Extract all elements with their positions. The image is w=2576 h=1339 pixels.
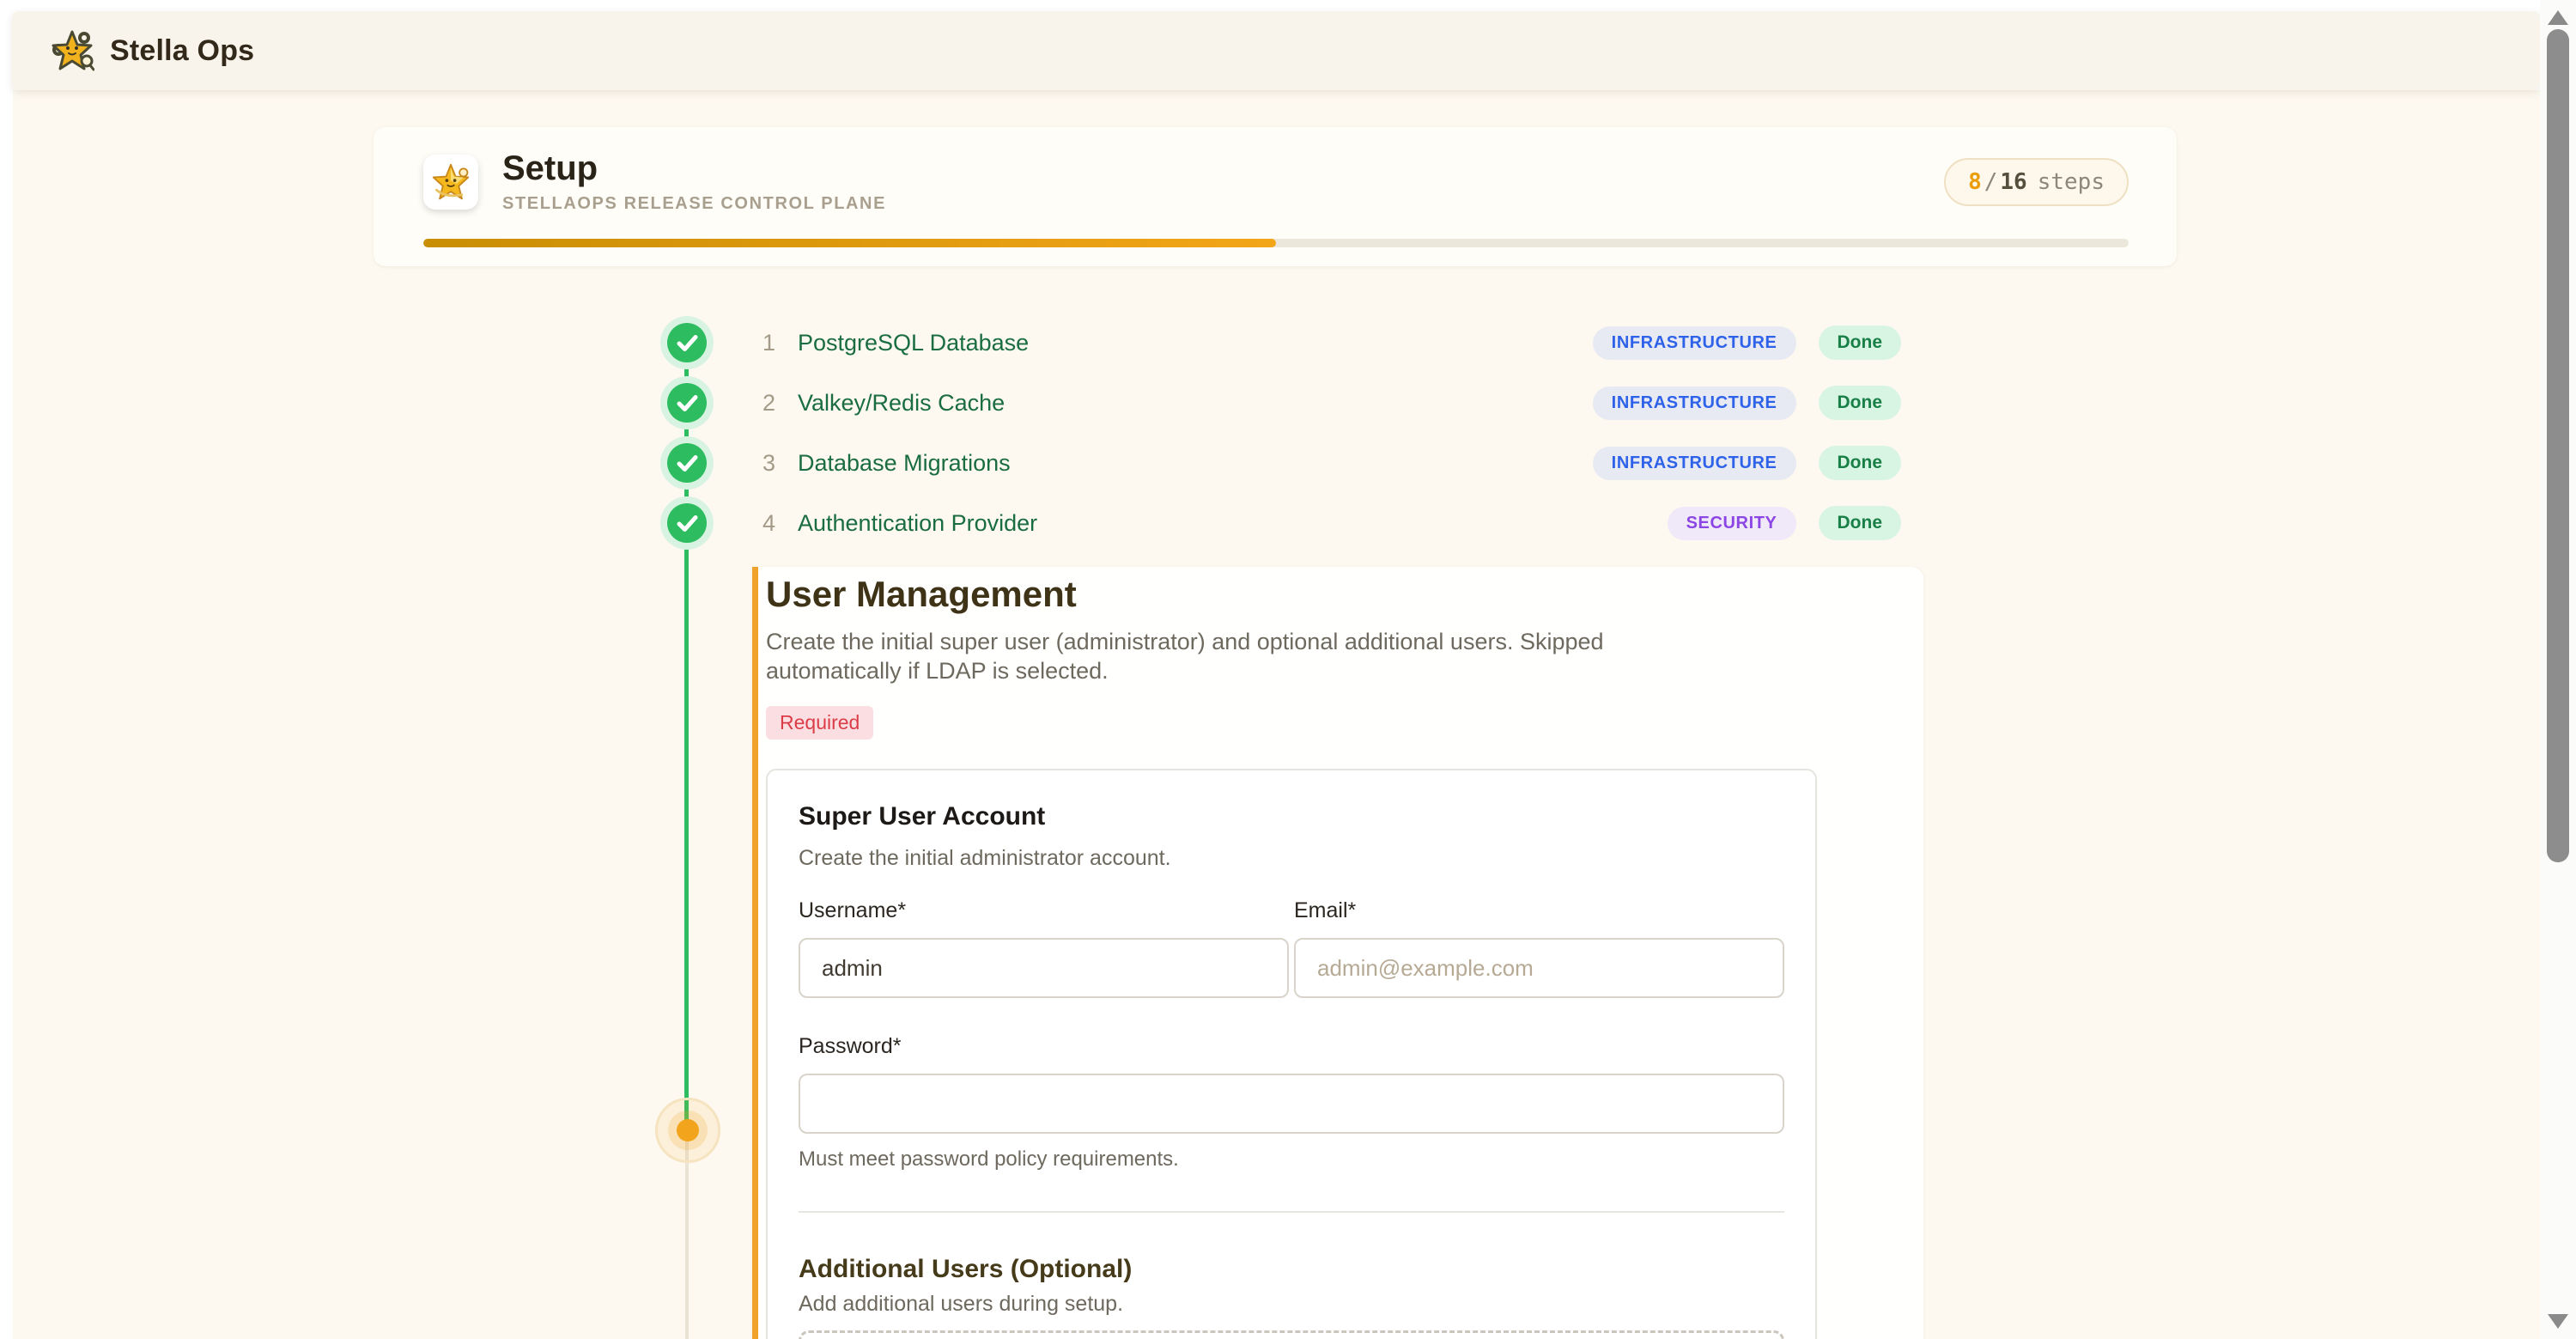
setup-page: Stella Ops Setup STELLAOPS RELEASE CONTR… [0, 0, 2576, 1339]
step-number: 2 [750, 390, 775, 417]
step-completed-check-icon [667, 383, 707, 423]
setup-progress-fill [423, 239, 1276, 247]
super-user-card: Super User Account Create the initial ad… [766, 769, 1817, 1339]
step-completed-check-icon [667, 443, 707, 483]
password-field-group: Password* Must meet password policy requ… [799, 1032, 1784, 1172]
username-input[interactable] [799, 938, 1289, 998]
timeline-step-row[interactable]: 4 Authentication Provider SECURITY Done [667, 503, 1901, 543]
step-label[interactable]: Authentication Provider [798, 510, 1037, 537]
step-category-badge: INFRASTRUCTURE [1593, 447, 1796, 480]
step-label[interactable]: Database Migrations [798, 450, 1011, 477]
step-label[interactable]: PostgreSQL Database [798, 330, 1029, 356]
app-title: Stella Ops [110, 34, 254, 68]
password-hint: Must meet password policy requirements. [799, 1147, 1784, 1172]
steps-count-badge: 8/16 steps [1944, 158, 2129, 206]
add-another-user-button[interactable]: + Add Another User [799, 1330, 1784, 1339]
password-input[interactable] [799, 1074, 1784, 1134]
timeline-step-row[interactable]: 2 Valkey/Redis Cache INFRASTRUCTURE Done [667, 383, 1901, 423]
step-status-badge: Done [1819, 446, 1902, 480]
email-field-group: Email* [1294, 897, 1784, 998]
additional-users-description: Add additional users during setup. [799, 1292, 1784, 1317]
step-completed-check-icon [667, 323, 707, 362]
topbar: Stella Ops [12, 11, 2540, 90]
super-user-title: Super User Account [799, 800, 1784, 834]
super-user-description: Create the initial administrator account… [799, 846, 1784, 871]
step-number: 1 [750, 330, 775, 356]
step-status-badge: Done [1819, 386, 1902, 420]
steps-separator: / [1984, 169, 1998, 195]
step-status-badge: Done [1819, 326, 1902, 360]
section-title: User Management [766, 572, 1817, 617]
page-title: Setup [502, 149, 886, 187]
additional-users-title: Additional Users (Optional) [799, 1252, 1784, 1287]
user-management-card: User Management Create the initial super… [752, 567, 1923, 1339]
username-label: Username* [799, 897, 1289, 924]
scrollbar-thumb[interactable] [2547, 29, 2569, 862]
page-subtitle: STELLAOPS RELEASE CONTROL PLANE [502, 194, 886, 214]
steps-total: 16 [2000, 169, 2026, 195]
scrollbar-up-arrow-icon[interactable] [2548, 10, 2568, 25]
vertical-scrollbar[interactable] [2540, 0, 2576, 1339]
step-category-badge: INFRASTRUCTURE [1593, 326, 1796, 360]
email-label: Email* [1294, 897, 1784, 924]
setup-mascot-icon [423, 155, 478, 210]
step-category-badge: SECURITY [1668, 507, 1796, 540]
step-number: 4 [750, 510, 775, 537]
step-status-badge: Done [1819, 506, 1902, 540]
steps-suffix: steps [2038, 169, 2105, 195]
stellaops-logo-icon [50, 30, 94, 71]
scrollbar-down-arrow-icon[interactable] [2548, 1314, 2568, 1329]
password-label: Password* [799, 1032, 1784, 1060]
setup-progress-bar [423, 239, 2129, 247]
step-label[interactable]: Valkey/Redis Cache [798, 390, 1005, 417]
steps-current: 8 [1968, 169, 1982, 195]
current-step-dot [677, 1119, 699, 1141]
username-field-group: Username* [799, 897, 1289, 998]
section-divider [799, 1211, 1784, 1213]
step-completed-check-icon [667, 503, 707, 543]
email-input[interactable] [1294, 938, 1784, 998]
setup-header-card: Setup STELLAOPS RELEASE CONTROL PLANE 8/… [374, 127, 2177, 266]
step-number: 3 [750, 450, 775, 477]
section-description: Create the initial super user (administr… [766, 627, 1693, 685]
required-badge: Required [766, 706, 873, 739]
step-category-badge: INFRASTRUCTURE [1593, 386, 1796, 420]
timeline-step-row[interactable]: 3 Database Migrations INFRASTRUCTURE Don… [667, 443, 1901, 483]
timeline-step-row[interactable]: 1 PostgreSQL Database INFRASTRUCTURE Don… [667, 323, 1901, 362]
